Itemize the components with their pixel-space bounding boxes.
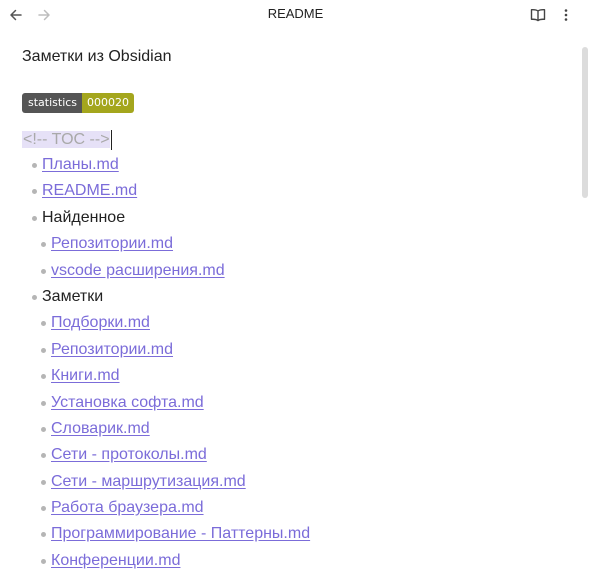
bullet-icon (41, 347, 46, 353)
list-item: Найденное Репозитории.md vscode расширен… (22, 205, 572, 284)
list-item: vscode расширения.md (22, 258, 572, 284)
view-title[interactable]: README (0, 6, 591, 21)
list-item: Книги.md (22, 363, 572, 389)
bullet-icon (41, 374, 46, 380)
toc-link[interactable]: Репозитории.md (51, 341, 173, 358)
list-item: Заметки Подборки.md Репозитории.md Книги… (22, 284, 572, 574)
scrollbar-thumb[interactable] (582, 47, 588, 198)
bullet-icon (41, 532, 46, 538)
toc-link[interactable]: Репозитории.md (51, 235, 173, 252)
toc-link[interactable]: README.md (42, 182, 137, 199)
bullet-icon (41, 242, 46, 248)
badge-value: 000020 (82, 93, 135, 113)
bullet-icon (41, 558, 46, 564)
toc-link[interactable]: Установка софта.md (51, 394, 204, 411)
bullet-icon (41, 321, 46, 327)
toc-link[interactable]: Сети - маршрутизация.md (51, 473, 246, 490)
reading-view-button[interactable] (527, 4, 549, 26)
text-cursor (110, 129, 112, 150)
bullet-icon (41, 506, 46, 512)
toc-folder-label: Заметки (42, 287, 104, 305)
list-item: Сети - маршрутизация.md (22, 469, 572, 495)
bullet-icon (41, 479, 46, 485)
more-options-button[interactable] (555, 4, 577, 26)
list-item: Сети - протоколы.md (22, 442, 572, 468)
editor-content[interactable]: Заметки из Obsidian statistics 000020 <!… (22, 44, 572, 574)
toc-comment-line[interactable]: <!-- TOC --> (22, 128, 572, 152)
toc-link[interactable]: vscode расширения.md (51, 262, 225, 279)
toc-list: Планы.md README.md Найденное Репозитории… (22, 152, 572, 574)
list-item: Словарик.md (22, 416, 572, 442)
toc-link[interactable]: Работа браузера.md (51, 499, 204, 516)
toc-comment: <!-- TOC --> (22, 131, 110, 148)
list-item: Репозитории.md (22, 231, 572, 257)
bullet-icon (32, 294, 37, 300)
bullet-icon (41, 426, 46, 432)
list-item: Подборки.md (22, 310, 572, 336)
note-view: README Заметки из Obsidian statistics 00… (0, 0, 591, 584)
list-item: Планы.md (22, 152, 572, 178)
toc-link[interactable]: Подборки.md (51, 314, 150, 331)
list-item: Программирование - Паттерны.md (22, 521, 572, 547)
list-item: README.md (22, 178, 572, 204)
list-item: Конференции.md (22, 548, 572, 574)
statistics-badge: statistics 000020 (22, 93, 135, 113)
bullet-icon (32, 215, 37, 221)
book-open-icon (530, 8, 546, 22)
toc-link[interactable]: Конференции.md (51, 552, 180, 569)
toc-link[interactable]: Словарик.md (51, 420, 150, 437)
list-item: Установка софта.md (22, 390, 572, 416)
toc-link[interactable]: Планы.md (42, 156, 119, 173)
document-heading: Заметки из Obsidian (22, 48, 172, 65)
toc-link[interactable]: Книги.md (51, 367, 120, 384)
list-item: Работа браузера.md (22, 495, 572, 521)
bullet-icon (41, 453, 46, 459)
bullet-icon (32, 189, 37, 195)
list-item: Репозитории.md (22, 337, 572, 363)
badge-label: statistics (22, 93, 83, 113)
more-vertical-icon (564, 9, 568, 21)
bullet-icon (41, 400, 46, 406)
toc-folder-label: Найденное (42, 208, 126, 226)
toc-link[interactable]: Сети - протоколы.md (51, 446, 207, 463)
toc-link[interactable]: Программирование - Паттерны.md (51, 525, 310, 542)
bullet-icon (32, 163, 37, 168)
bullet-icon (41, 268, 46, 274)
view-header: README (0, 0, 591, 30)
